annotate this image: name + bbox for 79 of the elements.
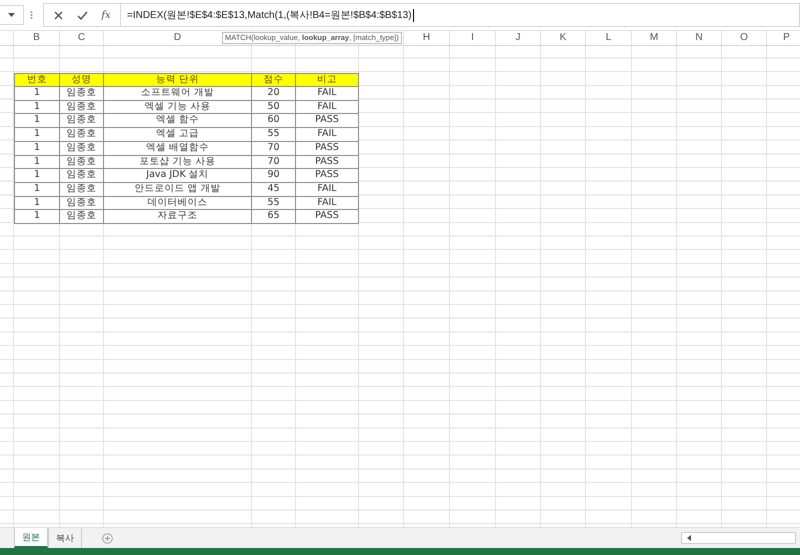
table-cell: PASS bbox=[296, 156, 359, 170]
column-header[interactable]: B bbox=[33, 32, 40, 43]
table-cell: PASS bbox=[296, 210, 359, 224]
table-cell: 45 bbox=[252, 182, 296, 197]
grip-icon bbox=[30, 10, 33, 20]
table-cell: 1 bbox=[14, 114, 60, 128]
table-cell: Java JDK 설치 bbox=[104, 169, 252, 183]
table-cell: 1 bbox=[14, 169, 60, 183]
table-cell: FAIL bbox=[296, 128, 359, 142]
table-cell: 엑셀 기능 사용 bbox=[104, 100, 252, 114]
column-header[interactable]: J bbox=[516, 32, 520, 43]
table-cell: 70 bbox=[252, 156, 296, 170]
table-cell: 임종호 bbox=[60, 210, 104, 224]
table-cell: 1 bbox=[14, 210, 60, 224]
table-cell: 90 bbox=[252, 169, 296, 183]
table-cell: 임종호 bbox=[60, 128, 104, 142]
table-cell: 70 bbox=[252, 142, 296, 156]
table-cell: 1 bbox=[14, 100, 60, 114]
table-cell: 자료구조 bbox=[104, 210, 252, 224]
header-cell: 능력 단위 bbox=[104, 73, 252, 88]
add-sheet-icon[interactable] bbox=[102, 532, 113, 544]
scroll-left-icon[interactable] bbox=[685, 534, 693, 542]
table-cell: FAIL bbox=[296, 182, 359, 197]
column-header[interactable]: M bbox=[650, 32, 658, 43]
column-header[interactable]: P bbox=[783, 32, 790, 43]
header-cell: 성명 bbox=[60, 73, 104, 88]
table-cell: 1 bbox=[14, 128, 60, 142]
table-cell: 엑셀 배열함수 bbox=[104, 142, 252, 156]
table-cell: 엑셀 함수 bbox=[104, 114, 252, 128]
table-cell: FAIL bbox=[296, 87, 359, 101]
column-header[interactable]: N bbox=[695, 32, 703, 43]
table-cell: 안드로이드 앱 개발 bbox=[104, 182, 252, 197]
table-cell: 엑셀 고급 bbox=[104, 128, 252, 142]
table-cell: 50 bbox=[252, 100, 296, 114]
table-cell: 55 bbox=[252, 196, 296, 210]
column-header[interactable]: I bbox=[471, 32, 474, 43]
sheet-tab[interactable]: 복사 bbox=[48, 528, 82, 548]
column-header[interactable]: H bbox=[422, 32, 430, 43]
column-header[interactable]: K bbox=[560, 32, 566, 43]
table-cell: PASS bbox=[296, 114, 359, 128]
dropdown-icon bbox=[8, 12, 15, 18]
column-header[interactable]: O bbox=[740, 32, 748, 43]
table-cell: PASS bbox=[296, 142, 359, 156]
table-cell: 1 bbox=[14, 142, 60, 156]
table-cell: 65 bbox=[252, 210, 296, 224]
table-cell: 임종호 bbox=[60, 196, 104, 210]
table-cell: 1 bbox=[14, 182, 60, 197]
sheet-tab[interactable]: 원본 bbox=[14, 528, 48, 548]
table-cell: 소프트웨어 개발 bbox=[104, 87, 252, 101]
table-cell: 데이터베이스 bbox=[104, 196, 252, 210]
table-cell: 임종호 bbox=[60, 114, 104, 128]
table-cell: 포토샵 기능 사용 bbox=[104, 156, 252, 170]
table-cell: 임종호 bbox=[60, 182, 104, 197]
name-box[interactable] bbox=[0, 5, 24, 25]
table-cell: 1 bbox=[14, 196, 60, 210]
column-header[interactable]: L bbox=[606, 32, 612, 43]
close-icon bbox=[54, 10, 62, 20]
column-header[interactable]: D bbox=[174, 32, 182, 43]
table-cell: 60 bbox=[252, 114, 296, 128]
table-cell: 임종호 bbox=[60, 142, 104, 156]
table-cell: 55 bbox=[252, 128, 296, 142]
insert-function-button[interactable]: fx bbox=[96, 6, 116, 24]
header-cell: 비고 bbox=[296, 73, 359, 88]
table-cell: 임종호 bbox=[60, 169, 104, 183]
table-cell: FAIL bbox=[296, 196, 359, 210]
table-cell: 20 bbox=[252, 87, 296, 101]
table-cell: 1 bbox=[14, 156, 60, 170]
header-cell: 점수 bbox=[252, 73, 296, 88]
table-cell: 임종호 bbox=[60, 100, 104, 114]
table-cell: 임종호 bbox=[60, 156, 104, 170]
table-cell: 임종호 bbox=[60, 87, 104, 101]
horizontal-scrollbar[interactable] bbox=[681, 532, 796, 544]
table-cell: PASS bbox=[296, 169, 359, 183]
table-cell: FAIL bbox=[296, 100, 359, 114]
check-icon bbox=[76, 10, 88, 20]
header-cell: 번호 bbox=[14, 73, 60, 88]
formula-field[interactable]: =INDEX(원본!$E$4:$E$13,Match(1,(복사!B4=원본!$B$4:$B$13) bbox=[120, 3, 800, 27]
column-header[interactable]: C bbox=[78, 32, 86, 43]
table-cell: 1 bbox=[14, 87, 60, 101]
